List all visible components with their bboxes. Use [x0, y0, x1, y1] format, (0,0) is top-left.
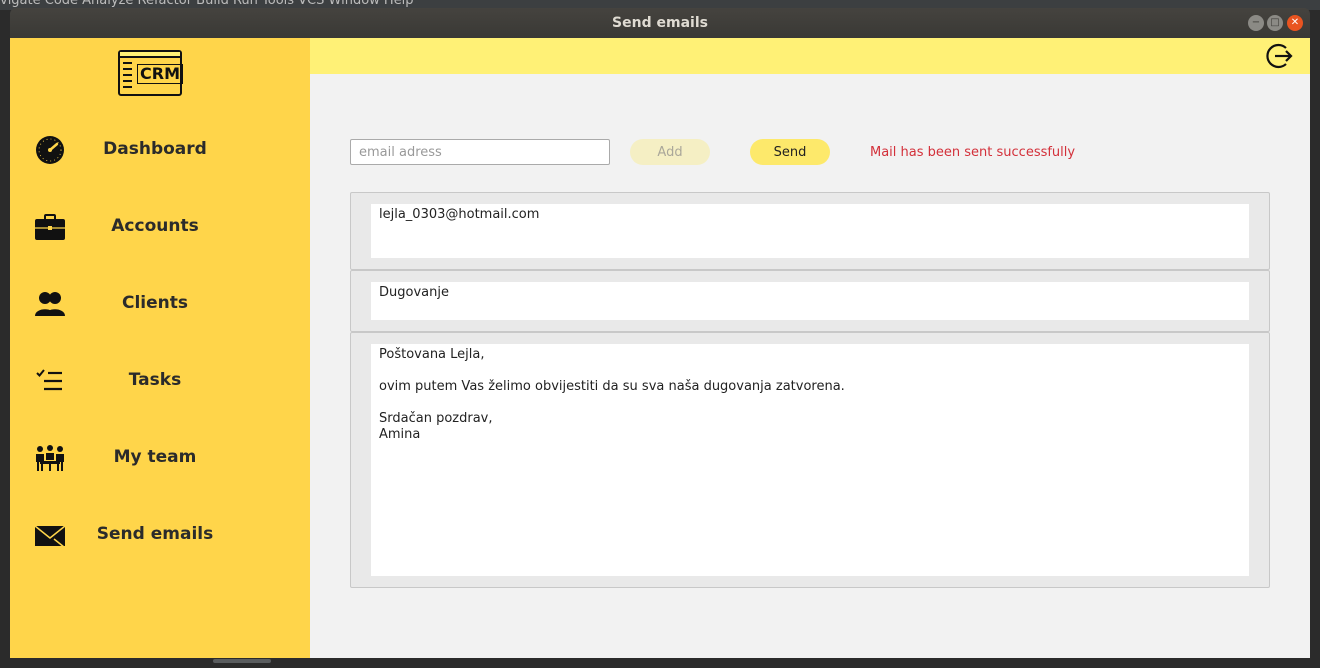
- minimize-button[interactable]: −: [1248, 15, 1264, 31]
- subject-panel: Dugovanje: [350, 270, 1270, 332]
- ide-bottom-edge: [0, 658, 1320, 668]
- sidebar-item-label: My team: [113, 447, 197, 467]
- checklist-icon: [36, 369, 62, 391]
- logo-text: CRM: [137, 64, 183, 84]
- recipients-panel: lejla_0303@hotmail.com: [350, 192, 1270, 270]
- logo-lines: [123, 62, 133, 96]
- subject-field[interactable]: Dugovanje: [371, 282, 1249, 320]
- email-address-input[interactable]: [350, 139, 610, 165]
- close-button[interactable]: ✕: [1287, 15, 1303, 31]
- sidebar-item-label: Clients: [121, 293, 188, 313]
- sidebar-item-label: Dashboard: [103, 139, 207, 159]
- close-icon: ✕: [1290, 17, 1300, 28]
- message-panel: Poštovana Lejla, ovim putem Vas želimo o…: [350, 332, 1270, 588]
- message-body-field[interactable]: Poštovana Lejla, ovim putem Vas želimo o…: [371, 344, 1249, 576]
- briefcase-icon: [35, 214, 65, 240]
- sidebar-item-label: Tasks: [128, 370, 182, 390]
- maximize-icon: □: [1270, 17, 1280, 28]
- sidebar-item-label: Send emails: [96, 524, 214, 544]
- window-titlebar: Send emails − □ ✕: [10, 8, 1310, 38]
- recipients-field[interactable]: lejla_0303@hotmail.com: [371, 204, 1249, 258]
- add-button[interactable]: Add: [630, 139, 710, 165]
- sidebar-item-my-team[interactable]: My team: [10, 428, 310, 488]
- sidebar-item-tasks[interactable]: Tasks: [10, 351, 310, 411]
- sidebar-item-clients[interactable]: Clients: [10, 274, 310, 334]
- ide-scrollbar[interactable]: [213, 659, 271, 663]
- ide-right-edge: [1310, 10, 1320, 668]
- send-button[interactable]: Send: [750, 139, 830, 165]
- ide-menubar-text: vigate Code Analyze Refactor Build Run T…: [0, 0, 414, 8]
- status-message: Mail has been sent successfully: [870, 145, 1076, 160]
- header-bar: [310, 38, 1310, 74]
- team-icon: [36, 445, 64, 471]
- sidebar: CRM Dashboard Accounts Clients Tasks My …: [10, 38, 310, 658]
- minimize-icon: −: [1251, 17, 1261, 28]
- dashboard-gauge-icon: [36, 136, 64, 164]
- main-content: Add Send Mail has been sent successfully…: [310, 38, 1310, 658]
- crm-logo: CRM: [118, 50, 183, 96]
- maximize-button[interactable]: □: [1267, 15, 1283, 31]
- sidebar-item-dashboard[interactable]: Dashboard: [10, 120, 310, 180]
- users-icon: [35, 292, 65, 316]
- logo-window-bar: [120, 52, 180, 58]
- sidebar-item-accounts[interactable]: Accounts: [10, 197, 310, 257]
- sidebar-item-label: Accounts: [111, 216, 199, 236]
- sidebar-item-send-emails[interactable]: Send emails: [10, 505, 310, 565]
- logout-icon[interactable]: [1264, 42, 1294, 70]
- envelope-icon: [34, 525, 66, 548]
- window-title: Send emails: [612, 15, 708, 31]
- ide-left-edge: [0, 10, 10, 668]
